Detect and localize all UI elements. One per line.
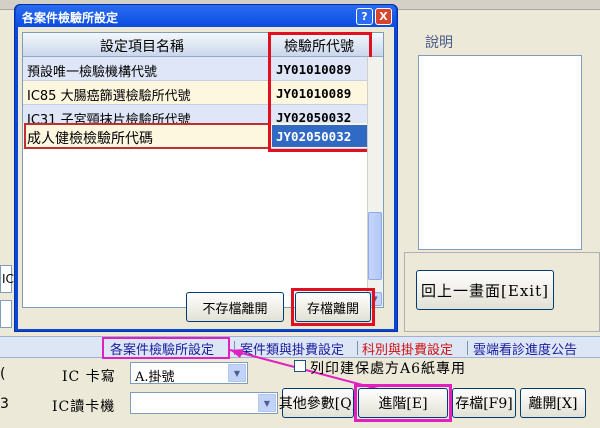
- row-name: 預設唯一檢驗機構代號: [27, 65, 158, 80]
- column-header-name[interactable]: 設定項目名稱: [100, 36, 184, 56]
- exit-button[interactable]: 離開[X]: [520, 388, 586, 418]
- scrollbar-thumb[interactable]: [368, 212, 382, 280]
- save-button[interactable]: 存檔[F9]: [452, 388, 516, 418]
- ic-reader-label: IC讀卡機: [52, 399, 116, 415]
- close-icon[interactable]: X: [375, 8, 392, 25]
- left-edge-fragment: (: [0, 366, 6, 382]
- help-icon[interactable]: ?: [356, 8, 373, 25]
- left-edge-fragment-2: 3: [0, 396, 9, 412]
- ic-write-select[interactable]: A.掛號 ▼: [130, 362, 248, 385]
- print-a6-checkbox[interactable]: [294, 360, 306, 372]
- save-exit-button[interactable]: 存檔離開: [295, 292, 371, 322]
- dialog-title: 各案件檢驗所設定: [22, 11, 119, 25]
- ic-reader-select[interactable]: ▼: [130, 392, 278, 414]
- print-a6-label: 列印建保處方A6紙專用: [310, 361, 467, 377]
- chevron-down-icon[interactable]: ▼: [228, 364, 246, 382]
- ic-write-label: IC 卡寫: [62, 369, 116, 385]
- row-name: IC85 大腸癌篩選檢驗所代號: [27, 89, 191, 104]
- code-column-highlight: [268, 32, 372, 152]
- advanced-button[interactable]: 進階[E]: [358, 388, 448, 418]
- chevron-down-icon[interactable]: ▼: [258, 394, 276, 412]
- row-name: 成人健檢檢驗所代碼: [27, 131, 153, 147]
- other-params-button[interactable]: 其他參數[Q]: [279, 388, 357, 418]
- ic-write-value: A.掛號: [135, 370, 175, 385]
- no-save-exit-button[interactable]: 不存檔離開: [186, 292, 284, 322]
